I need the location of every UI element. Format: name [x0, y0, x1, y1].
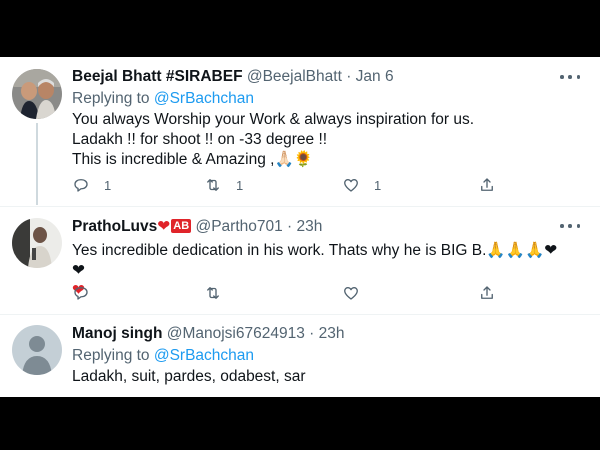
tweet-header: Beejal Bhatt #SIRABEF @BeejalBhatt · Jan… — [72, 67, 560, 87]
reply-count: 1 — [104, 177, 112, 193]
heart-emoji: ❤ — [157, 217, 171, 235]
handle[interactable]: @Partho701 — [195, 218, 282, 235]
handle[interactable]: @BeejalBhatt — [247, 68, 342, 85]
handle[interactable]: @Manojsi67624913 — [167, 325, 305, 342]
share-button[interactable] — [478, 176, 496, 194]
more-icon[interactable] — [560, 220, 580, 232]
mention-link[interactable]: @SrBachchan — [154, 90, 254, 107]
reply-button[interactable]: 1 — [72, 176, 111, 194]
tweet-text: You always Worship your Work & always in… — [72, 111, 475, 168]
like-button[interactable] — [342, 284, 374, 302]
name-badge: AB — [171, 219, 192, 233]
reply-tweet[interactable]: Beejal Bhatt #SIRABEF @BeejalBhatt · Jan… — [0, 57, 600, 206]
reply-thread: Beejal Bhatt #SIRABEF @BeejalBhatt · Jan… — [0, 57, 600, 397]
action-bar — [72, 284, 493, 306]
tweet-text: Ladakh, suit, pardes, odabest, sar — [72, 368, 306, 385]
timestamp[interactable]: · Jan 6 — [346, 68, 393, 85]
avatar[interactable] — [12, 69, 62, 119]
like-count: 1 — [374, 177, 382, 193]
reply-tweet[interactable]: Manoj singh @Manojsi67624913 · 23h Reply… — [0, 314, 600, 397]
share-button[interactable] — [478, 284, 496, 302]
reply-icon — [74, 287, 88, 300]
display-name[interactable]: Manoj singh — [72, 325, 162, 342]
reply-button[interactable] — [72, 284, 104, 302]
display-name[interactable]: Beejal Bhatt #SIRABEF — [72, 68, 243, 85]
share-icon — [481, 178, 493, 191]
more-icon[interactable] — [560, 71, 580, 83]
retweet-count: 1 — [236, 177, 244, 193]
timestamp[interactable]: · 23h — [309, 325, 344, 342]
reply-tweet[interactable]: PrathoLuvs❤ AB @Partho701 · 23h Yes incre… — [0, 206, 600, 315]
thread-line — [36, 123, 38, 205]
retweet-icon — [207, 287, 219, 299]
avatar[interactable] — [12, 218, 62, 268]
retweet-button[interactable]: 1 — [204, 176, 243, 194]
avatar[interactable] — [12, 325, 62, 375]
retweet-button[interactable] — [204, 284, 236, 302]
replying-to: Replying to @SrBachchan — [72, 347, 255, 364]
tweet-header: PrathoLuvs❤ AB @Partho701 · 23h — [72, 216, 560, 237]
like-button[interactable]: 1 — [342, 176, 381, 194]
share-icon — [481, 286, 493, 299]
action-bar: 1 1 1 — [72, 176, 493, 198]
reply-icon — [74, 179, 88, 192]
retweet-icon — [207, 179, 219, 191]
mention-link[interactable]: @SrBachchan — [154, 347, 254, 364]
like-icon — [344, 178, 358, 192]
tweet-header: Manoj singh @Manojsi67624913 · 23h — [72, 324, 560, 344]
display-name[interactable]: PrathoLuvs — [72, 218, 157, 235]
timestamp[interactable]: · 23h — [287, 218, 322, 235]
replying-to: Replying to @SrBachchan — [72, 90, 255, 107]
like-icon — [344, 286, 358, 300]
